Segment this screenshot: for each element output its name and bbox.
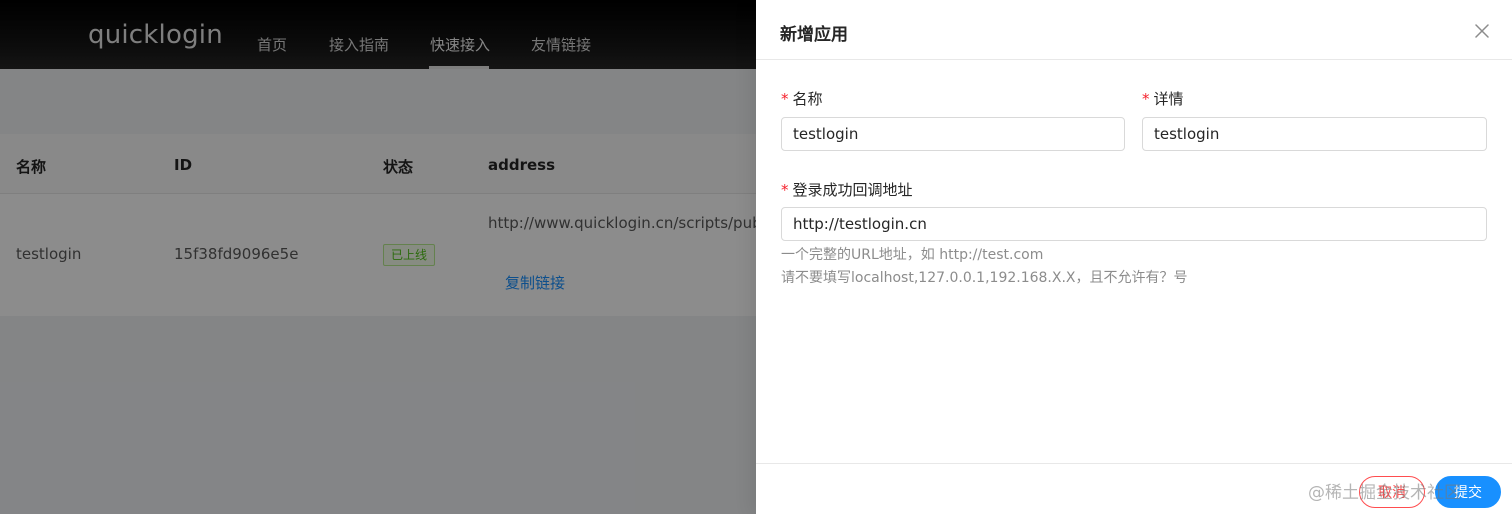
cancel-button[interactable]: 取消 xyxy=(1359,476,1425,508)
help-text-url: 一个完整的URL地址，如 http://test.com xyxy=(781,247,1044,263)
drawer-mask[interactable] xyxy=(0,0,756,514)
name-label: * 名称 xyxy=(781,88,823,109)
close-icon xyxy=(1475,24,1489,38)
detail-label-text: 详情 xyxy=(1153,90,1184,108)
close-button[interactable] xyxy=(1468,17,1496,45)
required-mark: * xyxy=(781,90,789,108)
callback-label: * 登录成功回调地址 xyxy=(781,179,913,200)
name-label-text: 名称 xyxy=(792,90,823,108)
detail-input[interactable] xyxy=(1142,117,1487,151)
submit-button[interactable]: 提交 xyxy=(1435,476,1501,508)
required-mark: * xyxy=(781,181,789,199)
callback-label-text: 登录成功回调地址 xyxy=(792,181,913,199)
drawer-footer: 取消 提交 xyxy=(756,463,1512,514)
required-mark: * xyxy=(1142,90,1150,108)
drawer-header: 新增应用 xyxy=(756,0,1512,60)
callback-url-input[interactable] xyxy=(781,207,1487,241)
drawer-title: 新增应用 xyxy=(780,25,848,45)
add-app-drawer: 新增应用 *名称 *详情 *登录成功回调地址 一个完整的URL地址，如 http… xyxy=(756,0,1512,514)
name-input[interactable] xyxy=(781,117,1125,151)
help-text-restriction: 请不要填写localhost,127.0.0.1,192.168.X.X，且不允… xyxy=(781,270,1188,286)
detail-label: * 详情 xyxy=(1142,88,1184,109)
